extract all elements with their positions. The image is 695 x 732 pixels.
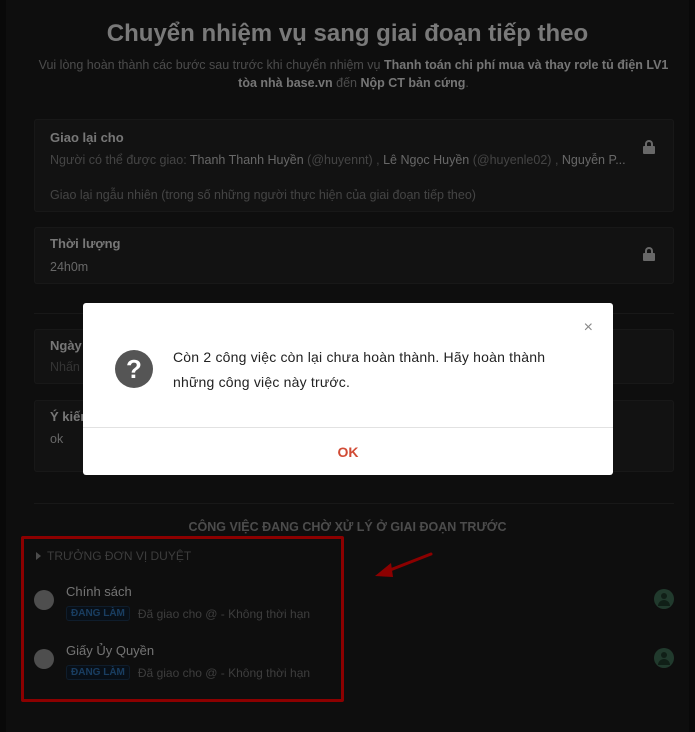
dialog-message: Còn 2 công việc còn lại chưa hoàn thành.… xyxy=(173,349,546,390)
confirm-dialog: × ? Còn 2 công việc còn lại chưa hoàn th… xyxy=(83,303,613,475)
question-icon: ? xyxy=(115,350,153,388)
dialog-divider xyxy=(83,427,613,428)
close-icon[interactable]: × xyxy=(584,319,593,337)
ok-button[interactable]: OK xyxy=(83,429,613,475)
